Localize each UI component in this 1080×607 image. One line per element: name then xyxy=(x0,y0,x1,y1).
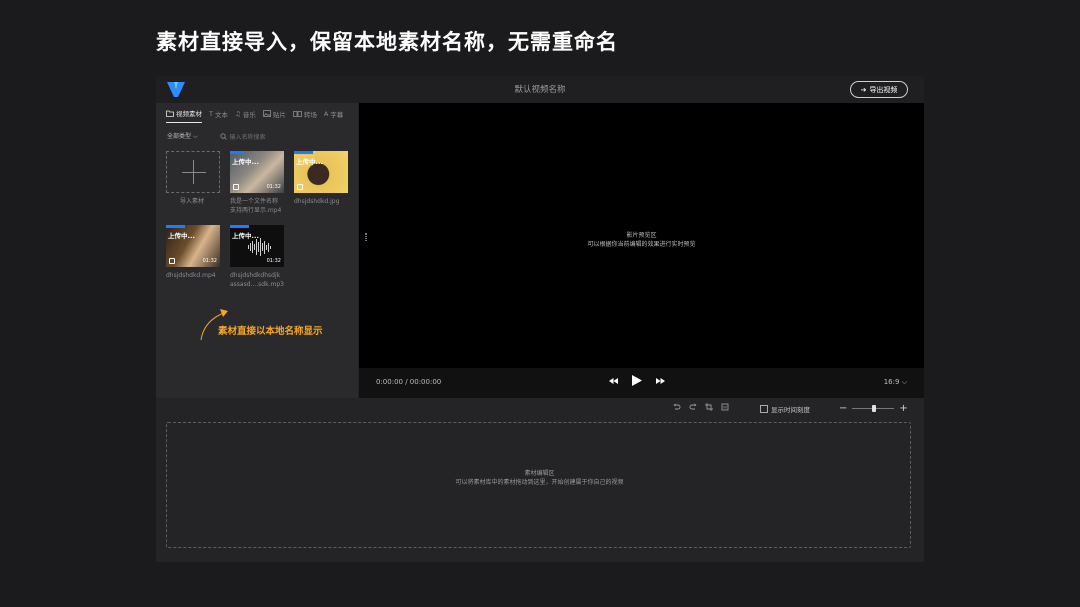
top-bar: 默认视频名称 ➔ 导出视频 xyxy=(156,76,924,103)
preview-title: 影片预览区 xyxy=(626,232,657,239)
asset-name-line: assasd....sdk.mp3 xyxy=(230,281,284,288)
zoom-slider-handle[interactable] xyxy=(872,405,877,412)
asset-thumbnail[interactable]: 上传中... xyxy=(294,151,348,193)
edit-drop-zone[interactable]: 素材编辑区 可以将素材库中的素材拖动到这里，开始创建属于你自己的视频 xyxy=(166,422,911,548)
video-file-icon xyxy=(233,184,239,190)
tab-music[interactable]: ♫ 音乐 xyxy=(235,108,256,123)
upload-status: 上传中... xyxy=(296,158,323,166)
asset-name: dhsjdshdkd.mp4 xyxy=(166,271,216,280)
rewind-icon[interactable] xyxy=(609,377,618,384)
asset-panel: 视频素材 T 文本 ♫ 音乐 贴片 转场 A 字幕 全部类型 ⌵ 输入名称搜索 … xyxy=(156,103,358,398)
annotation-text: 素材直接以本地名称显示 xyxy=(218,326,323,337)
arrow-right-icon: ➔ xyxy=(860,85,867,94)
video-file-icon xyxy=(169,258,175,264)
timescale-label: 显示时间刻度 xyxy=(771,406,810,414)
timescale-checkbox[interactable] xyxy=(760,405,768,413)
edit-placeholder: 素材编辑区 可以将素材库中的素材拖动到这里，开始创建属于你自己的视频 xyxy=(167,469,912,487)
tab-label: 音乐 xyxy=(242,110,256,119)
type-filter-label: 全部类型 xyxy=(167,133,192,140)
upload-progress-bar xyxy=(166,225,185,228)
playback-buttons xyxy=(609,375,665,386)
audio-waveform-icon xyxy=(248,237,271,257)
tab-label: 视频素材 xyxy=(176,110,202,118)
asset-name-line: 我是一个文件名称 xyxy=(230,198,279,205)
music-icon: ♫ xyxy=(234,109,241,118)
export-label: 导出视频 xyxy=(869,85,898,94)
crop-icon[interactable] xyxy=(705,403,713,411)
import-label: 导入素材 xyxy=(180,198,205,205)
preview-subtitle: 可以根据你当前编辑的效果进行实时预览 xyxy=(587,241,696,248)
asset-name: dhsjdshdkd.jpg xyxy=(294,197,339,206)
asset-duration: 01:32 xyxy=(202,258,217,264)
asset-name-line: dhsjdshdkdhsdjk xyxy=(230,272,281,279)
zoom-control: − + xyxy=(839,403,908,414)
type-filter-dropdown[interactable]: 全部类型 ⌵ xyxy=(167,131,198,141)
timecode: 0:00:00 / 00:00:00 xyxy=(376,378,442,386)
tab-label: 字幕 xyxy=(330,110,344,119)
folder-icon xyxy=(166,110,174,117)
upload-status: 上传中... xyxy=(168,232,195,240)
import-asset-button[interactable] xyxy=(166,151,220,193)
upload-progress-bar xyxy=(230,151,244,154)
timeline-toolbar: 显示时间刻度 − + xyxy=(156,398,924,420)
tab-video-assets[interactable]: 视频素材 xyxy=(166,108,202,123)
tab-label: 转场 xyxy=(303,110,317,119)
asset-thumbnail[interactable]: 上传中... 01:32 xyxy=(230,225,284,267)
tab-stickers[interactable]: 贴片 xyxy=(262,108,286,123)
tab-text[interactable]: T 文本 xyxy=(209,108,228,123)
upload-status: 上传中... xyxy=(232,158,259,166)
asset-name-line: dhsjdshdkd.mp4 xyxy=(166,272,216,279)
edit-tools xyxy=(673,403,729,411)
slide-title: 素材直接导入，保留本地素材名称，无需重命名 xyxy=(156,30,618,54)
tab-label: 文本 xyxy=(214,110,228,119)
image-file-icon xyxy=(297,184,303,190)
asset-tabs: 视频素材 T 文本 ♫ 音乐 贴片 转场 A 字幕 xyxy=(166,108,343,123)
asset-name-line: 支持两行显示.mp4 xyxy=(230,207,282,214)
asset-thumbnail[interactable]: 上传中... 01:32 xyxy=(230,151,284,193)
zoom-in-icon[interactable]: + xyxy=(899,403,907,414)
undo-icon[interactable] xyxy=(673,403,681,411)
zoom-out-icon[interactable]: − xyxy=(839,403,847,414)
fast-forward-icon[interactable] xyxy=(656,377,665,384)
aspect-ratio-value: 16:9 xyxy=(883,378,900,386)
subtitle-icon: A xyxy=(323,109,329,118)
upload-progress-bar xyxy=(294,151,313,154)
zoom-slider[interactable] xyxy=(852,405,895,412)
asset-name-line: dhsjdshdkd.jpg xyxy=(294,198,340,205)
asset-duration: 01:32 xyxy=(266,258,281,264)
chevron-down-icon: ⌵ xyxy=(192,133,198,140)
image-icon xyxy=(262,110,271,117)
play-icon[interactable] xyxy=(632,375,642,386)
tab-subtitles[interactable]: A 字幕 xyxy=(324,108,343,123)
asset-thumbnail[interactable]: 上传中... 01:32 xyxy=(166,225,220,267)
tab-label: 贴片 xyxy=(272,110,286,119)
text-icon: T xyxy=(209,109,213,118)
edit-subtitle: 可以将素材库中的素材拖动到这里，开始创建属于你自己的视频 xyxy=(455,479,624,486)
upload-progress-bar xyxy=(230,225,249,228)
delete-icon[interactable] xyxy=(721,403,729,411)
search-placeholder: 输入名称搜索 xyxy=(229,133,266,141)
video-preview: 影片预览区 可以根据你当前编辑的效果进行实时预览 xyxy=(359,103,924,368)
show-timescale-toggle[interactable]: 显示时间刻度 xyxy=(760,404,810,414)
editor-window: 默认视频名称 ➔ 导出视频 视频素材 T 文本 ♫ 音乐 贴片 转场 A 字幕 … xyxy=(156,76,924,562)
aspect-ratio-dropdown[interactable]: 16:9 ⌵ xyxy=(884,378,907,387)
redo-icon[interactable] xyxy=(689,403,697,411)
search-icon xyxy=(219,132,227,140)
preview-placeholder: 影片预览区 可以根据你当前编辑的效果进行实时预览 xyxy=(359,231,924,249)
asset-name: 我是一个文件名称 支持两行显示.mp4 xyxy=(230,197,281,215)
player-controls: 0:00:00 / 00:00:00 16:9 ⌵ xyxy=(359,368,924,398)
filter-row: 全部类型 ⌵ 输入名称搜索 xyxy=(167,131,266,141)
transition-icon xyxy=(292,110,302,117)
project-name[interactable]: 默认视频名称 xyxy=(156,83,924,95)
chevron-down-icon: ⌵ xyxy=(901,378,907,386)
search-input[interactable]: 输入名称搜索 xyxy=(219,132,266,141)
edit-title: 素材编辑区 xyxy=(524,470,555,477)
export-video-button[interactable]: ➔ 导出视频 xyxy=(850,81,908,98)
asset-duration: 01:32 xyxy=(266,184,281,190)
tab-transitions[interactable]: 转场 xyxy=(292,108,317,123)
asset-name: dhsjdshdkdhsdjk assasd....sdk.mp3 xyxy=(230,271,284,289)
